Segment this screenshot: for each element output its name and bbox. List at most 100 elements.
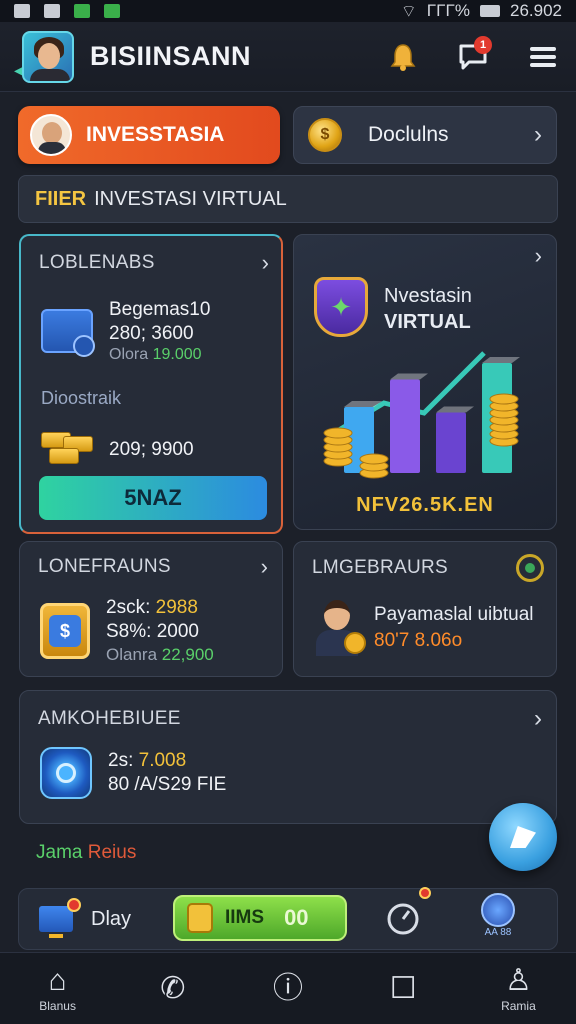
tab-doclulns-label: Doclulns bbox=[368, 123, 449, 146]
snaz-button[interactable]: 5NAZ bbox=[39, 476, 267, 520]
avatar[interactable] bbox=[22, 30, 74, 83]
chevron-right-icon: › bbox=[534, 243, 542, 268]
coin-stack bbox=[489, 393, 519, 405]
battery-icon bbox=[480, 5, 500, 17]
chart-bar-top bbox=[482, 357, 520, 363]
sub-value: 19.000 bbox=[152, 346, 202, 363]
virtual-investment-card[interactable]: › ✦ Nvestasin VIRTUAL NFV26.5K.EN bbox=[293, 234, 557, 530]
card-title: LMGEBRAURS bbox=[312, 557, 449, 578]
line1-label: 2sck: bbox=[106, 597, 151, 618]
sub-label: Olora bbox=[109, 346, 149, 363]
line2: 80 /A/S29 FIE bbox=[108, 774, 227, 795]
bell-button[interactable] bbox=[386, 40, 420, 74]
app-header: ◀ BISIINSANN 1 bbox=[0, 22, 576, 92]
payment-label: Payamaslal uibtual bbox=[374, 604, 534, 625]
tab-investasia-label: INVESSTASIA bbox=[86, 123, 225, 146]
gold-card-icon bbox=[187, 903, 213, 933]
bell-icon bbox=[390, 43, 416, 71]
square-icon: ☐ bbox=[389, 971, 417, 1005]
nav-profile[interactable]: ♙ Ramia bbox=[461, 953, 576, 1024]
chevron-right-icon: › bbox=[261, 250, 269, 275]
payment-value: 80'7 8.06o bbox=[374, 630, 463, 651]
banner-text: INVESTASI VIRTUAL bbox=[94, 187, 287, 210]
footer-text-part1: Jama bbox=[36, 842, 83, 863]
chart-bar-top bbox=[390, 373, 428, 380]
chat-button[interactable]: 1 bbox=[456, 35, 492, 74]
account-values: 280; 3600 bbox=[109, 323, 194, 344]
signal-text: ΓΓΓ% bbox=[426, 1, 470, 20]
virtual-payment-card[interactable]: LMGEBRAURS Payamaslal uibtual 80'7 8.06o bbox=[293, 541, 557, 677]
card-title: LOBLENABS bbox=[39, 252, 155, 273]
home-icon: ⌂ bbox=[48, 963, 67, 997]
gold-value: 209; 9900 bbox=[109, 439, 194, 460]
alert-dot bbox=[419, 887, 431, 899]
status-bar: ⌔ ΓΓΓ% 26.902 bbox=[0, 0, 576, 22]
nav-home[interactable]: ⌂ Blanus bbox=[0, 953, 115, 1024]
camera-lens-icon bbox=[40, 747, 92, 799]
bar-chart bbox=[323, 351, 520, 479]
hamburger-icon bbox=[530, 43, 556, 71]
gold-bars-icon bbox=[41, 432, 97, 468]
portfolio-card[interactable]: LOBLENABS › Begemas10 280; 3600 Olora 19… bbox=[19, 234, 283, 534]
globe-icon bbox=[481, 893, 515, 927]
tab-investasia[interactable]: INVESSTASIA bbox=[18, 106, 280, 164]
ims-button-label: IIMS bbox=[225, 907, 265, 928]
app-icon-green-2 bbox=[104, 4, 120, 18]
nav-phone[interactable]: ✆ bbox=[115, 953, 230, 1024]
card-title: AMKOHEBIUEE bbox=[38, 708, 181, 729]
nav-square[interactable]: ☐ bbox=[346, 953, 461, 1024]
globe-button[interactable]: AA 88 bbox=[481, 893, 515, 938]
banner-prefix: FIIER bbox=[35, 187, 87, 210]
line1-value: 2988 bbox=[155, 597, 198, 618]
banner[interactable]: FIIER INVESTASI VIRTUAL bbox=[18, 175, 558, 223]
speed-button[interactable] bbox=[385, 887, 431, 942]
coin-stack bbox=[359, 453, 389, 465]
floating-action-button[interactable] bbox=[489, 803, 557, 871]
tab-doclulns[interactable]: $ Doclulns › bbox=[293, 106, 557, 164]
chart-bar-top bbox=[436, 406, 474, 413]
left-label: Dlay bbox=[91, 907, 132, 930]
line2: S8%: 2000 bbox=[106, 621, 199, 642]
chart-caption: NFV26.5K.EN bbox=[356, 494, 494, 516]
notification-badge: 1 bbox=[474, 35, 492, 54]
advisor-avatar-icon bbox=[314, 600, 366, 656]
bottom-nav: ⌂ Blanus ✆ ⓘ ☐ ♙ Ramia bbox=[0, 952, 576, 1024]
nav-profile-label: Ramia bbox=[501, 998, 536, 1013]
card-title: LONEFRAUNS bbox=[38, 556, 171, 577]
dollar-document-icon: $ bbox=[40, 603, 90, 659]
nav-info[interactable]: ⓘ bbox=[230, 953, 345, 1024]
menu-button[interactable] bbox=[526, 40, 560, 74]
line3-label: Olanra bbox=[106, 645, 158, 664]
send-icon bbox=[510, 826, 536, 848]
app-icon bbox=[44, 4, 60, 18]
coin-shield-icon: $ bbox=[308, 118, 342, 152]
loans-card[interactable]: LONEFRAUNS › $ 2sck: 2988 S8%: 2000 Olan… bbox=[19, 541, 283, 677]
action-bar: Dlay IIMS 00 AA 88 bbox=[18, 887, 558, 950]
line1-label: 2s: bbox=[108, 750, 134, 771]
phone-icon: ✆ bbox=[160, 971, 186, 1005]
chart-bar bbox=[436, 412, 466, 473]
wide-card[interactable]: AMKOHEBIUEE › 2s: 7.008 80 /A/S29 FIE bbox=[19, 690, 557, 824]
notification-icon bbox=[14, 4, 30, 18]
footer-text-part2: Reius bbox=[87, 842, 137, 863]
globe-label: AA 88 bbox=[484, 927, 512, 938]
card-title-line1: Nvestasin bbox=[384, 285, 472, 307]
coin-stack bbox=[323, 427, 353, 439]
chart-bar bbox=[390, 379, 420, 473]
monitor-icon bbox=[39, 906, 73, 938]
gauge-icon bbox=[387, 903, 419, 935]
chevron-right-icon: › bbox=[534, 121, 542, 148]
app-icon-green bbox=[74, 4, 90, 18]
footer-link[interactable]: Jama Reius bbox=[36, 842, 136, 864]
nav-home-label: Blanus bbox=[39, 998, 76, 1013]
section-label: Dioostraik bbox=[41, 388, 122, 408]
ims-button[interactable]: IIMS 00 bbox=[173, 895, 347, 941]
wallet-icon bbox=[41, 309, 95, 357]
monitor-button[interactable] bbox=[39, 898, 81, 938]
user-icon: ♙ bbox=[504, 963, 532, 997]
status-ring-icon[interactable] bbox=[516, 554, 544, 582]
profile-avatar-icon bbox=[30, 114, 72, 156]
ims-button-value: 00 bbox=[284, 905, 309, 930]
chevron-right-icon: › bbox=[534, 705, 542, 732]
line1-value: 7.008 bbox=[138, 750, 187, 771]
